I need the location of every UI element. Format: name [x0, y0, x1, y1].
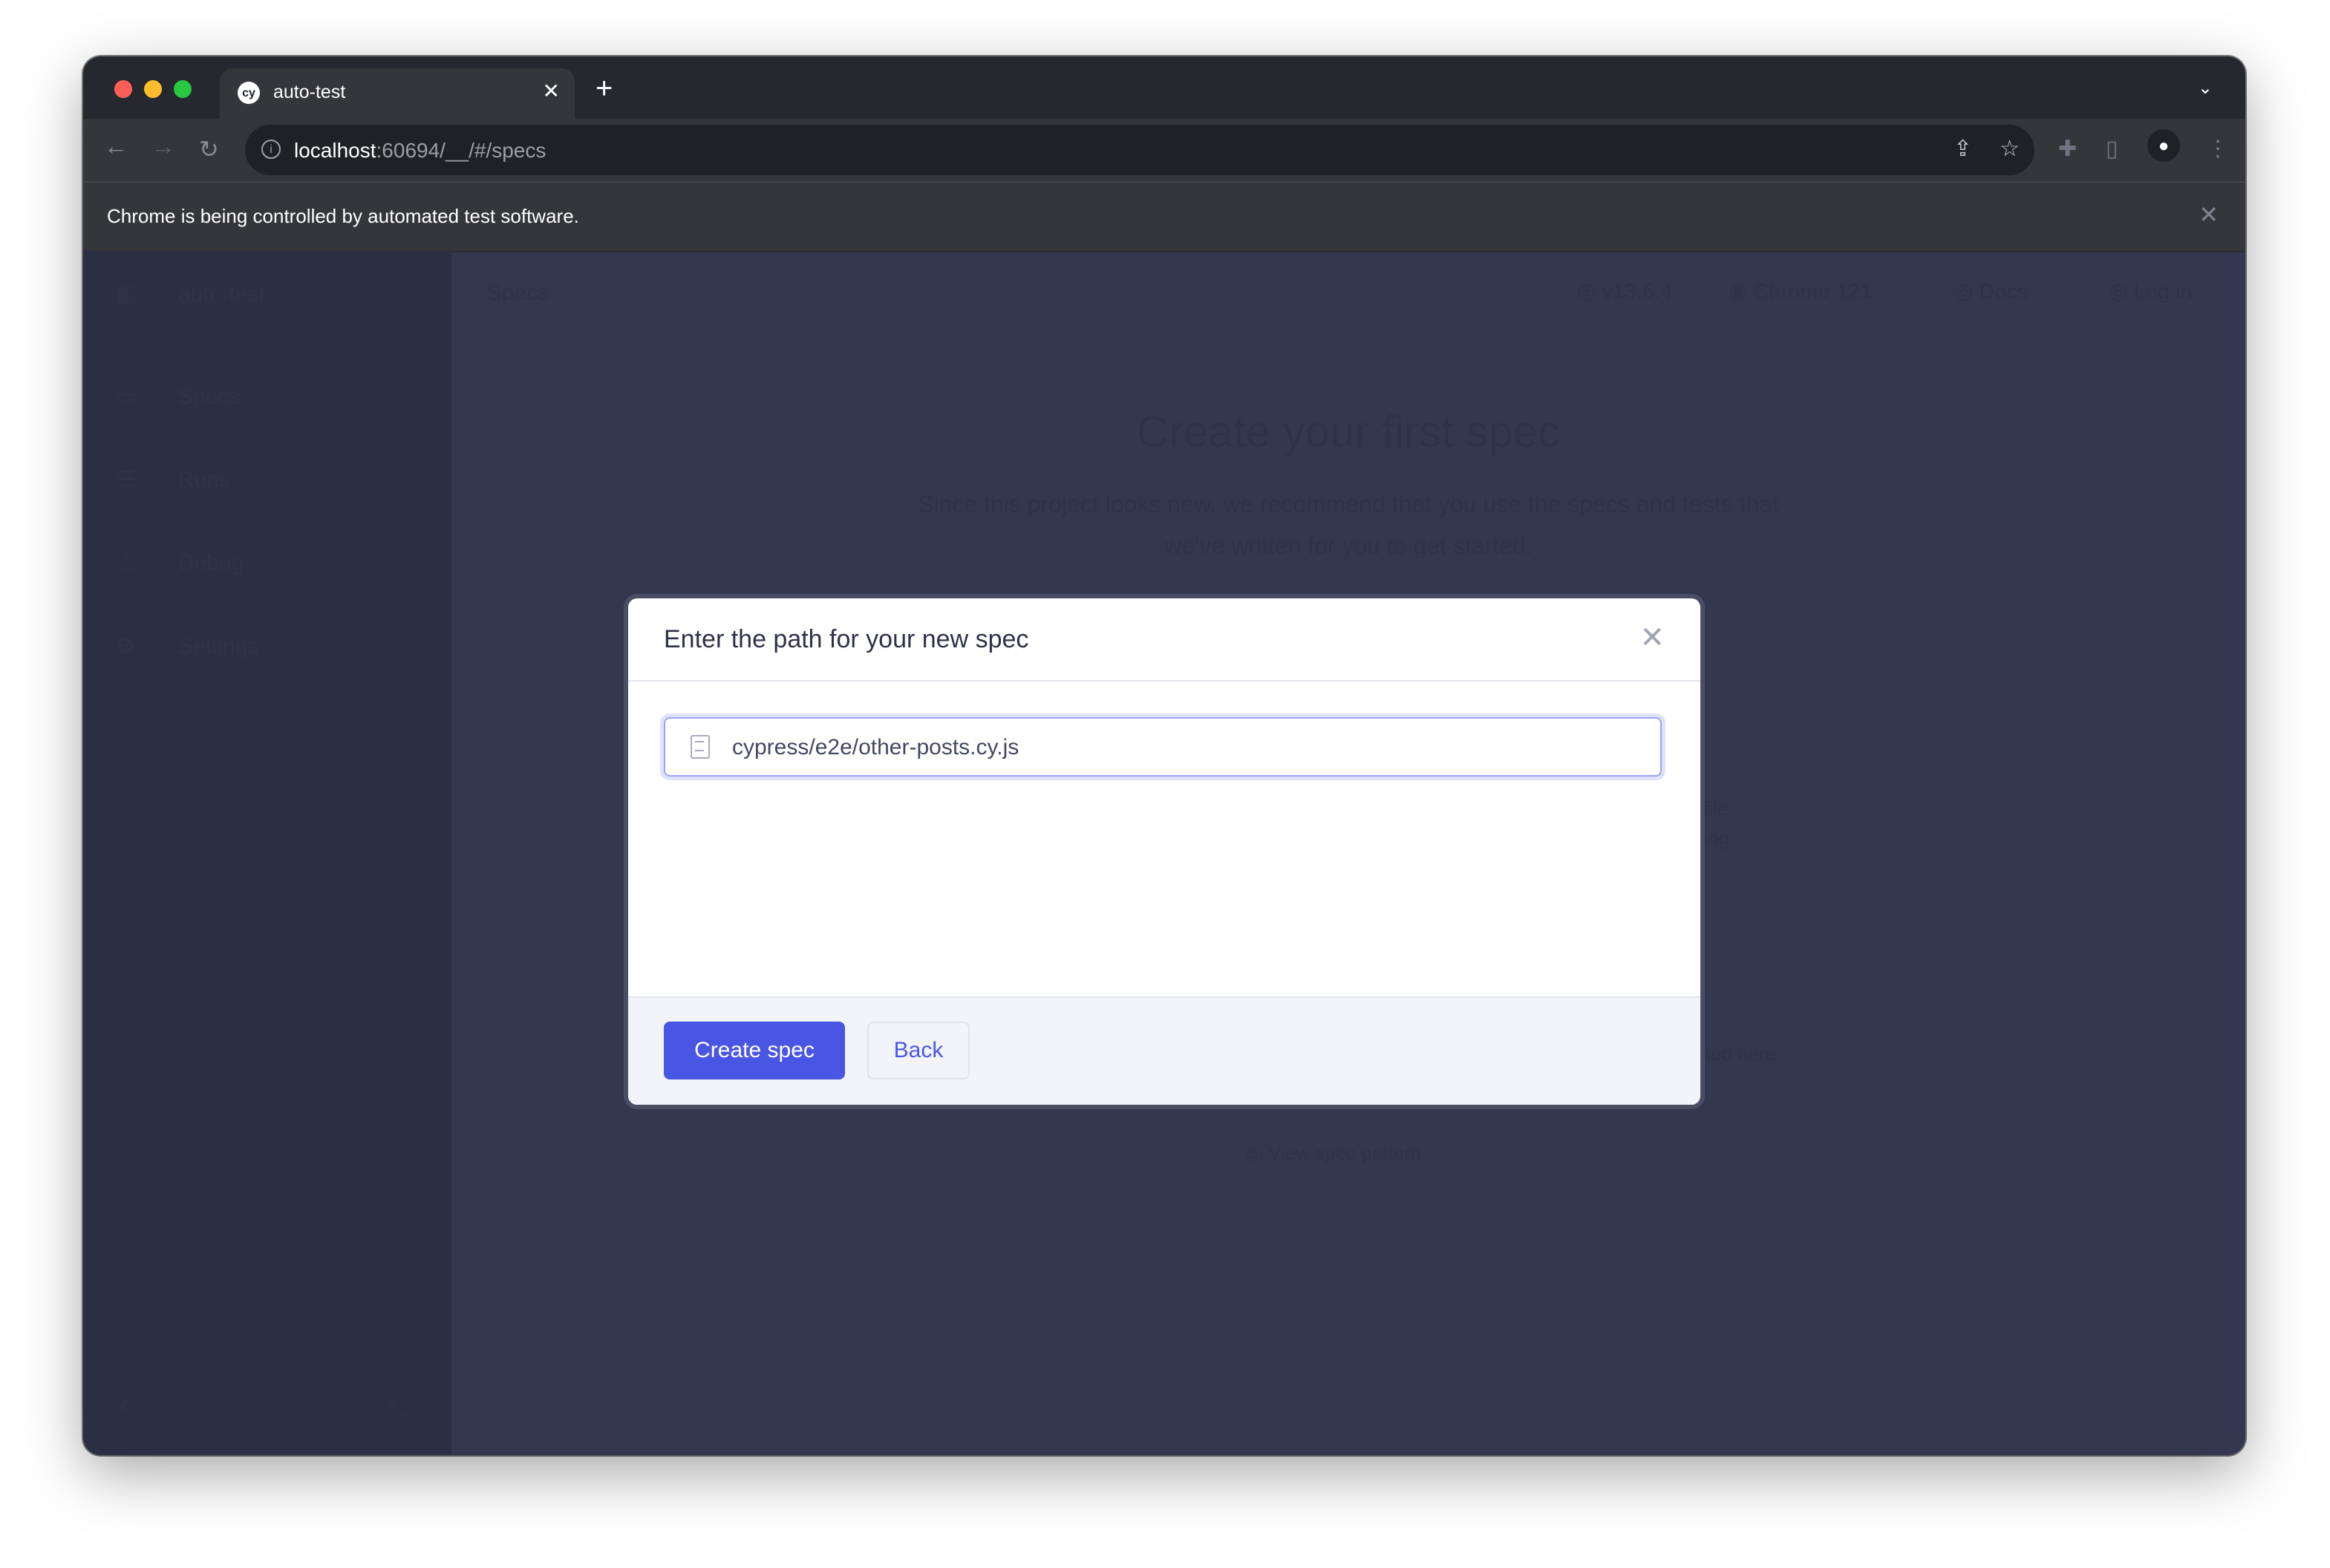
modal-title: Enter the path for your new spec [664, 625, 1029, 653]
address-bar[interactable]: i localhost:60694/__/#/specs ⇪ ☆ [245, 125, 2034, 175]
create-spec-modal: Enter the path for your new spec ✕ Creat… [628, 598, 1700, 1105]
profile-avatar-icon[interactable]: ● [2147, 129, 2180, 162]
back-button[interactable]: Back [867, 1022, 970, 1079]
document-icon [691, 735, 710, 759]
back-arrow-icon[interactable]: ← [104, 135, 128, 162]
close-infobar-icon[interactable]: ✕ [2199, 200, 2219, 230]
modal-overlay: Enter the path for your new spec ✕ Creat… [83, 251, 2245, 1455]
infobar-message: Chrome is being controlled by automated … [107, 205, 579, 227]
reload-icon[interactable]: ↻ [199, 135, 219, 165]
automation-infobar: Chrome is being controlled by automated … [83, 183, 2245, 252]
extensions-puzzle-icon[interactable]: ✚ [2058, 135, 2077, 162]
modal-footer: Create spec Back [628, 996, 1700, 1105]
more-menu-icon[interactable]: ⋮ [2207, 135, 2229, 162]
create-spec-button[interactable]: Create spec [664, 1022, 845, 1079]
url-text[interactable]: localhost:60694/__/#/specs [294, 138, 546, 162]
tab-title: auto-test [273, 82, 346, 102]
chevron-down-icon[interactable]: ⌄ [2198, 77, 2213, 98]
spec-path-field[interactable] [664, 717, 1662, 777]
new-tab-icon[interactable]: + [595, 74, 613, 104]
browser-tab[interactable]: cy auto-test ✕ [220, 68, 575, 119]
modal-body [628, 682, 1700, 990]
side-panel-icon[interactable]: ▯ [2106, 135, 2118, 162]
browser-toolbar: ← → ↻ i localhost:60694/__/#/specs ⇪ ☆ ✚… [83, 119, 2245, 183]
browser-window: cy auto-test ✕ + ⌄ ← → ↻ i localhost:606… [83, 56, 2245, 1455]
cypress-favicon-icon: cy [238, 82, 260, 104]
forward-arrow-icon[interactable]: → [151, 135, 175, 162]
share-icon[interactable]: ⇪ [1954, 135, 1972, 162]
minimize-window-button[interactable] [144, 80, 162, 98]
spec-path-input[interactable] [729, 733, 1626, 761]
close-tab-icon[interactable]: ✕ [543, 79, 560, 104]
info-icon[interactable]: i [261, 140, 281, 159]
close-window-button[interactable] [114, 80, 132, 98]
star-icon[interactable]: ☆ [2000, 135, 2020, 162]
maximize-window-button[interactable] [174, 80, 192, 98]
close-icon[interactable]: ✕ [1639, 619, 1665, 656]
tab-bar: cy auto-test ✕ + ⌄ [83, 56, 2245, 119]
modal-header: Enter the path for your new spec ✕ [628, 598, 1700, 682]
